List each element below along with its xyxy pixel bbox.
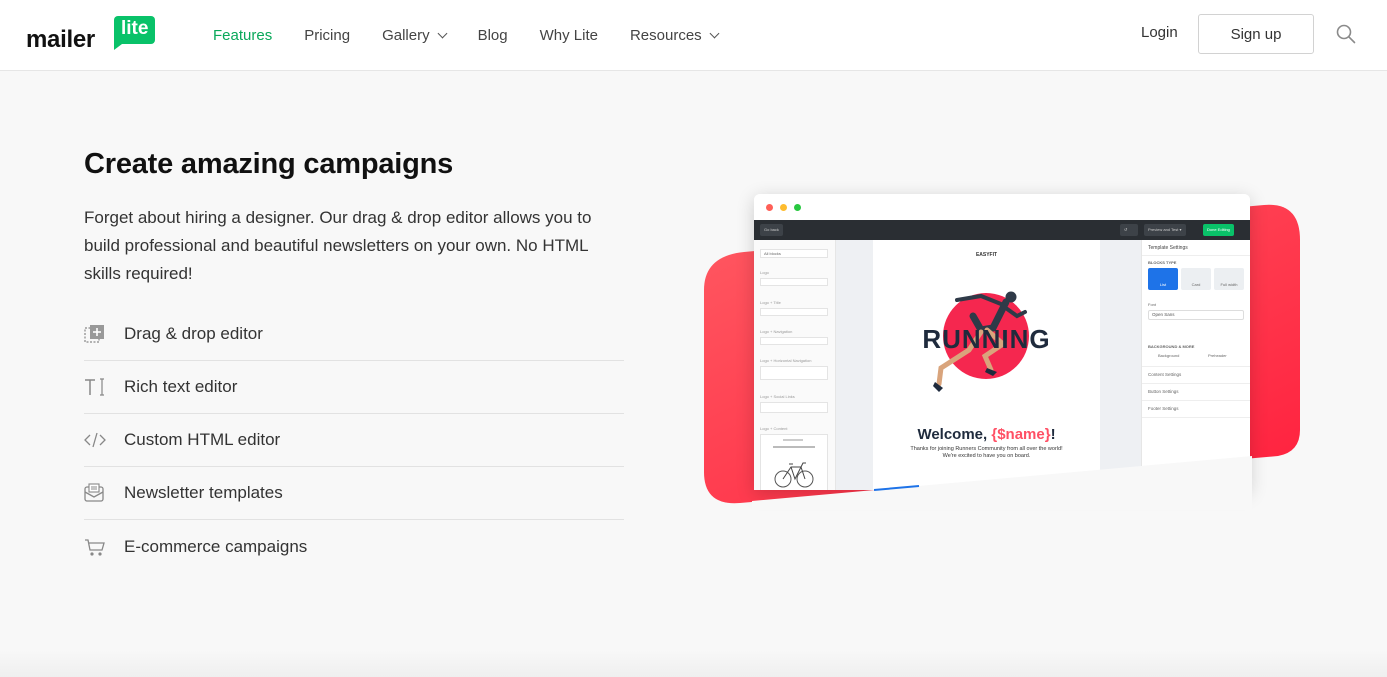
feature-label: Custom HTML editor — [124, 430, 281, 449]
feature-item-newsletter-templates[interactable]: Newsletter templates — [84, 467, 624, 520]
nav-item-resources[interactable]: Resources — [629, 26, 720, 44]
newsletter-icon — [84, 482, 124, 504]
chevron-down-icon — [709, 28, 720, 38]
nav-label: Features — [213, 26, 273, 44]
logo-badge: lite — [114, 16, 156, 50]
nav-label: Blog — [477, 26, 508, 44]
feature-item-ecommerce[interactable]: E-commerce campaigns — [84, 520, 624, 573]
feature-label: Newsletter templates — [124, 483, 283, 502]
search-icon[interactable] — [1335, 23, 1357, 45]
nav-label: Why Lite — [539, 26, 598, 44]
window-cut-overlay — [752, 456, 1252, 510]
nav-label: Gallery — [382, 26, 430, 44]
nav-item-blog[interactable]: Blog — [478, 27, 508, 44]
feature-label: E-commerce campaigns — [124, 536, 308, 556]
code-icon — [84, 429, 124, 451]
nav-label: Pricing — [304, 26, 351, 44]
feature-item-drag-drop[interactable]: Drag & drop editor — [84, 308, 624, 361]
section-heading: Create amazing campaigns — [84, 148, 454, 180]
main-nav: Features Pricing Gallery Blog Why Lite R… — [213, 0, 750, 70]
nav-item-features[interactable]: Features — [213, 27, 272, 44]
top-navigation-bar: mailer lite Features Pricing Gallery Blo… — [0, 0, 1387, 71]
logo-wordmark: mailer — [26, 26, 95, 53]
nav-label: Resources — [629, 26, 702, 44]
feature-item-custom-html[interactable]: Custom HTML editor — [84, 414, 624, 467]
drag-drop-icon — [84, 323, 124, 345]
login-link[interactable]: Login — [1141, 24, 1178, 41]
nav-item-pricing[interactable]: Pricing — [304, 27, 350, 44]
nav-item-gallery[interactable]: Gallery — [382, 26, 448, 44]
editor-illustration: Go back ↺ Preview and Test ▾ Done Editin… — [704, 190, 1304, 510]
feature-list: Drag & drop editor Rich text editor Cust… — [84, 308, 624, 573]
feature-label: Rich text editor — [124, 377, 238, 396]
section-description: Forget about hiring a designer. Our drag… — [84, 208, 592, 283]
feature-label: Drag & drop editor — [124, 324, 263, 343]
cart-icon — [84, 536, 124, 558]
sign-up-button[interactable]: Sign up — [1198, 14, 1314, 54]
chevron-down-icon — [437, 28, 448, 38]
nav-item-why-lite[interactable]: Why Lite — [540, 27, 598, 44]
section-bottom-edge — [0, 650, 1387, 677]
feature-item-rich-text[interactable]: Rich text editor — [84, 361, 624, 414]
rich-text-icon — [84, 376, 124, 398]
